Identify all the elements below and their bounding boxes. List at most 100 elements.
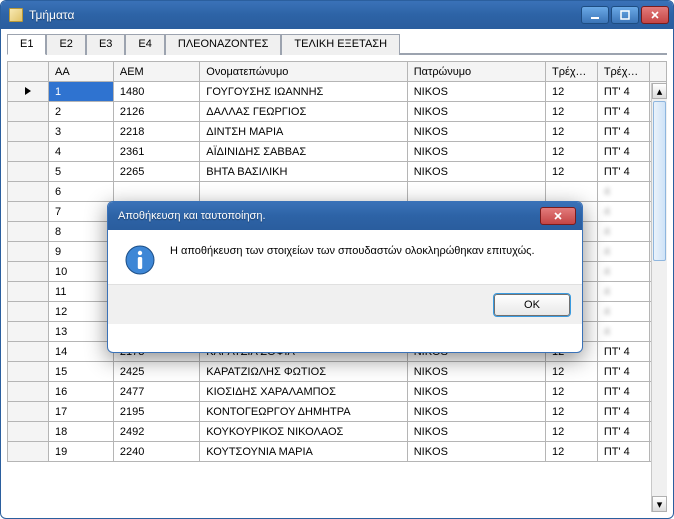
cell-aem[interactable] — [113, 182, 199, 202]
tab-τελικη εξεταση[interactable]: ΤΕΛΙΚΗ ΕΞΕΤΑΣΗ — [281, 34, 400, 55]
cell-onom[interactable]: ΓΟΥΓΟΥΣΗΣ ΙΩΑΝΝΗΣ — [200, 82, 407, 102]
cell-exa[interactable]: 12 — [545, 422, 597, 442]
cell-aem[interactable]: 2425 — [113, 362, 199, 382]
cell-aa[interactable]: 19 — [49, 442, 114, 462]
cell-exb[interactable]: ΠΤ' 4 — [597, 102, 649, 122]
minimize-button[interactable] — [581, 6, 609, 24]
cell-aem[interactable]: 2218 — [113, 122, 199, 142]
titlebar[interactable]: Τμήματα — [1, 1, 673, 29]
cell-patr[interactable]: NIKOS — [407, 102, 545, 122]
table-row[interactable]: 64 — [8, 182, 667, 202]
cell-patr[interactable] — [407, 182, 545, 202]
tab-ε3[interactable]: Ε3 — [86, 34, 125, 55]
row-header[interactable] — [8, 182, 49, 202]
cell-aa[interactable]: 12 — [49, 302, 114, 322]
row-header[interactable] — [8, 362, 49, 382]
cell-aa[interactable]: 4 — [49, 142, 114, 162]
cell-exb[interactable]: ΠΤ' 4 — [597, 382, 649, 402]
row-header[interactable] — [8, 282, 49, 302]
cell-onom[interactable]: ΒΗΤΑ ΒΑΣΙΛΙΚΗ — [200, 162, 407, 182]
cell-onom[interactable]: ΚΙΟΣΙΔΗΣ ΧΑΡΑΛΑΜΠΟΣ — [200, 382, 407, 402]
cell-aa[interactable]: 16 — [49, 382, 114, 402]
table-row[interactable]: 152425ΚΑΡΑΤΖΙΩΛΗΣ ΦΩΤΙΟΣNIKOS12ΠΤ' 4 — [8, 362, 667, 382]
cell-onom[interactable] — [200, 182, 407, 202]
cell-aa[interactable]: 6 — [49, 182, 114, 202]
cell-onom[interactable]: ΔΙΝΤΣΗ ΜΑΡΙΑ — [200, 122, 407, 142]
col-aem[interactable]: ΑΕΜ — [113, 62, 199, 82]
row-header[interactable] — [8, 202, 49, 222]
table-row[interactable]: 22126ΔΑΛΛΑΣ ΓΕΩΡΓΙΟΣNIKOS12ΠΤ' 4 — [8, 102, 667, 122]
cell-patr[interactable]: NIKOS — [407, 162, 545, 182]
cell-patr[interactable]: NIKOS — [407, 82, 545, 102]
table-row[interactable]: 11480ΓΟΥΓΟΥΣΗΣ ΙΩΑΝΝΗΣNIKOS12ΠΤ' 4 — [8, 82, 667, 102]
cell-onom[interactable]: ΚΑΡΑΤΖΙΩΛΗΣ ΦΩΤΙΟΣ — [200, 362, 407, 382]
row-header[interactable] — [8, 382, 49, 402]
table-row[interactable]: 42361ΑΪΔΙΝΙΔΗΣ ΣΑΒΒΑΣNIKOS12ΠΤ' 4 — [8, 142, 667, 162]
vertical-scrollbar[interactable]: ▴ ▾ — [651, 83, 667, 512]
cell-aa[interactable]: 9 — [49, 242, 114, 262]
row-header[interactable] — [8, 122, 49, 142]
cell-exa[interactable]: 12 — [545, 122, 597, 142]
dialog-titlebar[interactable]: Αποθήκευση και ταυτοποίηση. — [108, 202, 582, 230]
cell-aa[interactable]: 1 — [49, 82, 114, 102]
cell-exb[interactable]: 4 — [597, 222, 649, 242]
cell-patr[interactable]: NIKOS — [407, 422, 545, 442]
table-row[interactable]: 52265ΒΗΤΑ ΒΑΣΙΛΙΚΗNIKOS12ΠΤ' 4 — [8, 162, 667, 182]
cell-exb[interactable]: ΠΤ' 4 — [597, 82, 649, 102]
cell-exb[interactable]: 4 — [597, 202, 649, 222]
cell-exb[interactable]: 4 — [597, 282, 649, 302]
cell-aa[interactable]: 8 — [49, 222, 114, 242]
cell-exb[interactable]: ΠΤ' 4 — [597, 442, 649, 462]
table-row[interactable]: 182492ΚΟΥΚΟΥΡΙΚΟΣ ΝΙΚΟΛΑΟΣNIKOS12ΠΤ' 4 — [8, 422, 667, 442]
cell-aem[interactable]: 2361 — [113, 142, 199, 162]
cell-exa[interactable]: 12 — [545, 142, 597, 162]
cell-exb[interactable]: 4 — [597, 182, 649, 202]
cell-exa[interactable]: 12 — [545, 162, 597, 182]
row-header[interactable] — [8, 142, 49, 162]
cell-aem[interactable]: 2265 — [113, 162, 199, 182]
cell-exb[interactable]: ΠΤ' 4 — [597, 362, 649, 382]
tab-πλεοναζοντες[interactable]: ΠΛΕΟΝΑΖΟΝΤΕΣ — [165, 34, 282, 55]
cell-onom[interactable]: ΚΟΝΤΟΓΕΩΡΓΟΥ ΔΗΜΗΤΡΑ — [200, 402, 407, 422]
row-header[interactable] — [8, 222, 49, 242]
col-aa[interactable]: ΑΑ — [49, 62, 114, 82]
cell-aa[interactable]: 7 — [49, 202, 114, 222]
cell-exa[interactable] — [545, 182, 597, 202]
cell-aa[interactable]: 10 — [49, 262, 114, 282]
maximize-button[interactable] — [611, 6, 639, 24]
cell-exa[interactable]: 12 — [545, 362, 597, 382]
cell-patr[interactable]: NIKOS — [407, 122, 545, 142]
col-exb[interactable]: Τρέχον εξάμηνο — [597, 62, 649, 82]
cell-exb[interactable]: 4 — [597, 322, 649, 342]
row-header[interactable] — [8, 262, 49, 282]
row-header[interactable] — [8, 442, 49, 462]
row-header[interactable] — [8, 302, 49, 322]
row-header[interactable] — [8, 82, 49, 102]
cell-aa[interactable]: 3 — [49, 122, 114, 142]
cell-onom[interactable]: ΔΑΛΛΑΣ ΓΕΩΡΓΙΟΣ — [200, 102, 407, 122]
cell-aa[interactable]: 13 — [49, 322, 114, 342]
row-header[interactable] — [8, 342, 49, 362]
cell-aem[interactable]: 2126 — [113, 102, 199, 122]
col-patr[interactable]: Πατρώνυμο — [407, 62, 545, 82]
cell-aem[interactable]: 1480 — [113, 82, 199, 102]
cell-exb[interactable]: ΠΤ' 4 — [597, 142, 649, 162]
cell-exb[interactable]: ΠΤ' 4 — [597, 342, 649, 362]
cell-aa[interactable]: 11 — [49, 282, 114, 302]
cell-exb[interactable]: ΠΤ' 4 — [597, 122, 649, 142]
scroll-thumb[interactable] — [653, 101, 666, 261]
scroll-up-button[interactable]: ▴ — [652, 83, 667, 99]
row-header[interactable] — [8, 422, 49, 442]
cell-onom[interactable]: ΚΟΥΤΣΟΥΝΙΑ ΜΑΡΙΑ — [200, 442, 407, 462]
row-header[interactable] — [8, 162, 49, 182]
cell-exb[interactable]: 4 — [597, 262, 649, 282]
cell-patr[interactable]: NIKOS — [407, 382, 545, 402]
cell-onom[interactable]: ΑΪΔΙΝΙΔΗΣ ΣΑΒΒΑΣ — [200, 142, 407, 162]
tab-ε2[interactable]: Ε2 — [46, 34, 85, 55]
cell-aem[interactable]: 2240 — [113, 442, 199, 462]
cell-exa[interactable]: 12 — [545, 402, 597, 422]
close-button[interactable] — [641, 6, 669, 24]
cell-exa[interactable]: 12 — [545, 382, 597, 402]
cell-aem[interactable]: 2195 — [113, 402, 199, 422]
table-row[interactable]: 172195ΚΟΝΤΟΓΕΩΡΓΟΥ ΔΗΜΗΤΡΑNIKOS12ΠΤ' 4 — [8, 402, 667, 422]
